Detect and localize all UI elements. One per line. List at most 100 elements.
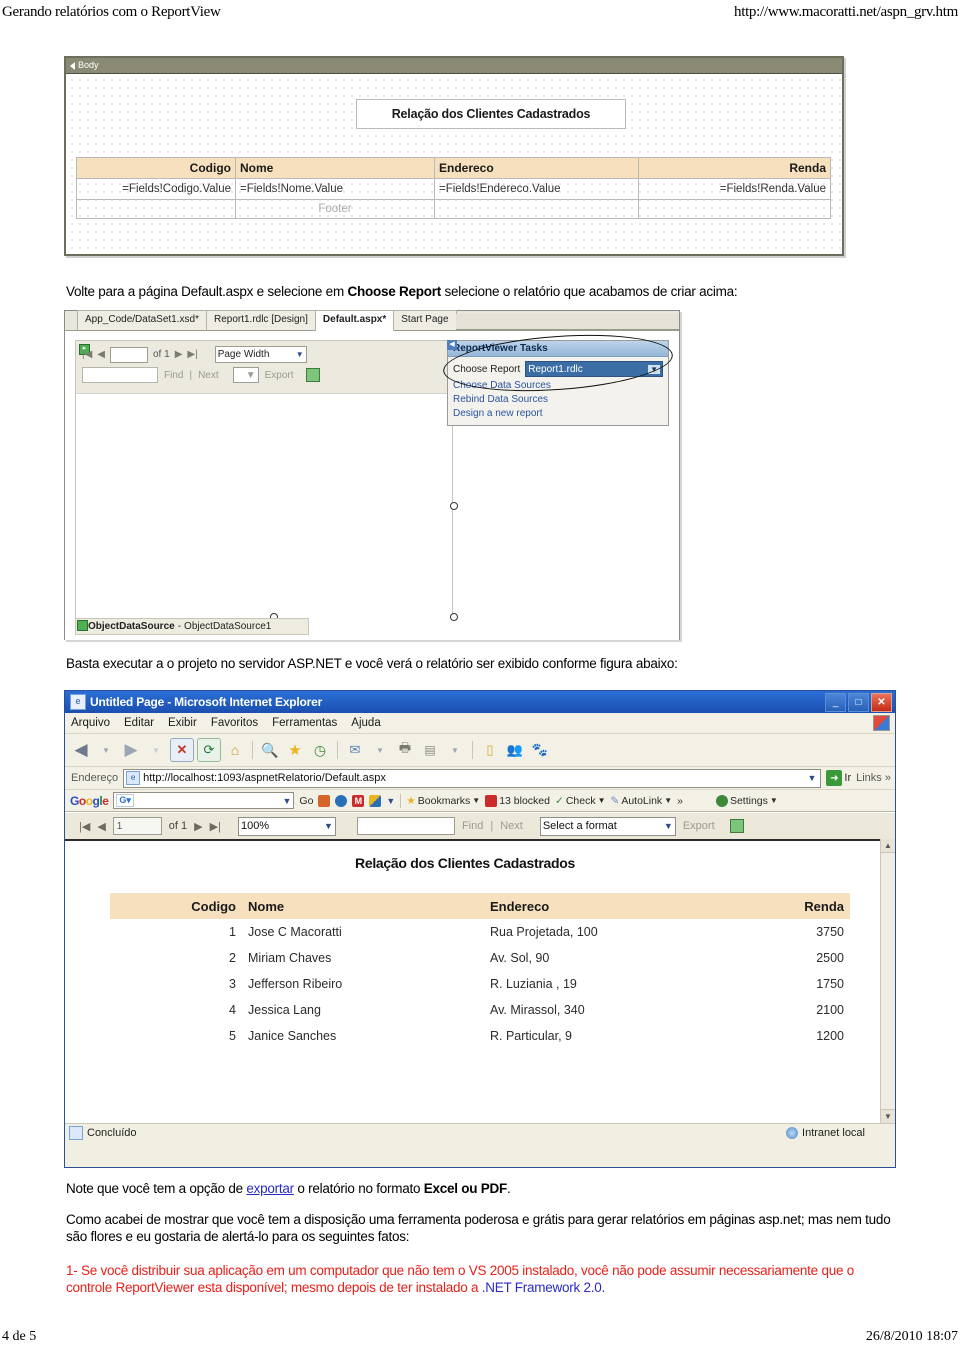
web-find-input[interactable] <box>356 817 455 835</box>
exportar-link[interactable]: exportar <box>246 1181 294 1196</box>
close-button[interactable]: ✕ <box>871 692 892 712</box>
link-choose-data-sources[interactable]: Choose Data Sources <box>448 377 668 391</box>
google-chevron-icon[interactable]: ▼ <box>282 796 291 806</box>
tab-default-aspx[interactable]: Default.aspx* <box>314 310 395 331</box>
url-input[interactable]: e http://localhost:1093/aspnetRelatorio/… <box>123 768 822 788</box>
menu-editar[interactable]: Editar <box>124 717 154 729</box>
links-button[interactable]: Links » <box>856 772 895 784</box>
menu-ajuda[interactable]: Ajuda <box>351 717 380 729</box>
print-icon[interactable]: 🖶 <box>394 739 416 761</box>
menu-arquivo[interactable]: Arquivo <box>71 717 110 729</box>
maximize-button[interactable]: □ <box>848 692 869 712</box>
web-page-number-input[interactable]: 1 <box>112 817 162 835</box>
cell-renda: 1200 <box>816 1029 844 1043</box>
back-dropdown-icon[interactable]: ▼ <box>95 739 117 761</box>
google-more-icon[interactable]: » <box>677 795 683 807</box>
mail-icon[interactable]: ✉ <box>344 739 366 761</box>
page-footer: 4 de 5 26/8/2010 18:07 <box>0 1329 960 1349</box>
ie-menu-bar: Arquivo Editar Exibir Favoritos Ferramen… <box>65 713 895 734</box>
google-autolink-button[interactable]: ✎ AutoLink ▼ <box>611 795 673 807</box>
google-bookmarks-button[interactable]: ★ Bookmarks ▼ <box>406 795 480 807</box>
smart-tag-arrow-icon[interactable]: ◀ <box>447 340 457 350</box>
mail-dropdown-icon[interactable]: ▼ <box>369 739 391 761</box>
menu-ferramentas[interactable]: Ferramentas <box>272 717 337 729</box>
favorites-star-icon[interactable]: ★ <box>284 739 306 761</box>
choose-report-dropdown[interactable]: Report1.rdlc ▼ <box>525 361 663 377</box>
zoom-select[interactable]: Page Width ▼ <box>214 346 307 363</box>
web-last-page-icon[interactable]: ▶| <box>210 820 221 833</box>
export-format-select[interactable]: ▼ <box>232 367 259 383</box>
google-apps-icon[interactable] <box>369 794 382 807</box>
google-go-button[interactable]: Go <box>299 795 313 807</box>
cell-codigo: 3 <box>229 977 236 991</box>
link-design-new-report[interactable]: Design a new report <box>448 405 668 419</box>
go-button[interactable]: ➜ Ir <box>826 770 851 786</box>
next-page-icon[interactable]: ▶ <box>175 349 183 360</box>
stop-icon[interactable]: ✕ <box>170 738 194 762</box>
text-volte-part2: selecione o relatório que acabamos de cr… <box>440 284 738 299</box>
google-apps-chevron-icon[interactable]: ▼ <box>386 796 395 806</box>
web-first-page-icon[interactable]: |◀ <box>79 820 90 833</box>
selection-handle-corner[interactable] <box>450 613 458 621</box>
web-format-select[interactable]: Select a format ▼ <box>539 816 676 836</box>
find-label[interactable]: Find <box>164 370 183 381</box>
selection-handle-right[interactable] <box>450 502 458 510</box>
paragraph-warning-1: 1- Se você distribuir sua aplicação em u… <box>66 1262 891 1296</box>
web-export-label[interactable]: Export <box>683 820 715 832</box>
url-text: http://localhost:1093/aspnetRelatorio/De… <box>143 772 386 784</box>
web-refresh-icon[interactable] <box>729 819 744 833</box>
scroll-down-icon[interactable]: ▼ <box>881 1109 895 1123</box>
menu-exibir[interactable]: Exibir <box>168 717 197 729</box>
next-label[interactable]: Next <box>198 370 219 381</box>
first-page-icon[interactable]: |◀ <box>82 349 92 360</box>
edit-icon[interactable]: ▤ <box>419 739 441 761</box>
web-zoom-select[interactable]: 100% ▼ <box>237 816 336 836</box>
edit-dropdown-icon[interactable]: ▼ <box>444 739 466 761</box>
url-chevron-icon[interactable]: ▼ <box>807 773 818 783</box>
link-rebind-data-sources[interactable]: Rebind Data Sources <box>448 391 668 405</box>
objectdatasource-control[interactable]: ObjectDataSource - ObjectDataSource1 <box>75 618 309 635</box>
last-page-icon[interactable]: ▶| <box>187 349 197 360</box>
history-icon[interactable]: ◷ <box>309 739 331 761</box>
status-page-icon <box>69 1126 83 1140</box>
google-search-input[interactable]: G▾ ▼ <box>113 792 295 809</box>
web-prev-page-icon[interactable]: ◀ <box>97 820 105 833</box>
page-number-input[interactable] <box>110 346 148 363</box>
tab-report1-rdlc[interactable]: Report1.rdlc [Design] <box>205 310 316 330</box>
google-settings-button[interactable]: Settings ▼ <box>715 794 778 807</box>
designer-footer-cell-4 <box>638 199 831 219</box>
content-scrollbar[interactable]: ▲ ▼ <box>880 839 895 1123</box>
menu-favoritos[interactable]: Favoritos <box>211 717 258 729</box>
prev-page-icon[interactable]: ◀ <box>97 349 105 360</box>
scroll-up-icon[interactable]: ▲ <box>881 839 895 853</box>
page-of-label: of 1 <box>153 349 170 360</box>
google-search-site-icon[interactable] <box>318 794 331 807</box>
web-next-label[interactable]: Next <box>500 820 523 832</box>
tab-dataset[interactable]: App_Code/DataSet1.xsd* <box>77 310 207 330</box>
discuss-icon[interactable]: 🐾 <box>529 739 551 761</box>
home-icon[interactable]: ⌂ <box>224 739 246 761</box>
page-icon: e <box>126 771 141 785</box>
google-spellcheck-button[interactable]: ✓ Check ▼ <box>555 795 606 807</box>
search-icon[interactable]: 🔍 <box>259 739 281 761</box>
web-find-label[interactable]: Find <box>462 820 483 832</box>
minimize-button[interactable]: _ <box>825 692 846 712</box>
export-label[interactable]: Export <box>265 370 294 381</box>
tab-start-page[interactable]: Start Page <box>393 310 457 330</box>
find-input[interactable] <box>82 367 158 383</box>
back-icon[interactable]: ◀ <box>70 739 92 761</box>
gmail-icon[interactable]: M <box>352 794 365 807</box>
ods-smart-tag-icon[interactable] <box>77 620 88 631</box>
forward-icon[interactable]: ▶ <box>120 739 142 761</box>
google-earth-icon[interactable] <box>335 794 348 807</box>
web-next-page-icon[interactable]: ▶ <box>194 820 202 833</box>
refresh-icon-ie[interactable]: ⟳ <box>197 738 221 762</box>
notes-icon[interactable]: ▯ <box>479 739 501 761</box>
refresh-icon[interactable] <box>305 368 320 382</box>
designer-col-codigo: Codigo <box>76 157 236 179</box>
messenger-icon[interactable]: 👥 <box>504 739 526 761</box>
google-popup-blocker[interactable]: 13 blocked <box>485 794 550 807</box>
designer-expr-codigo: =Fields!Codigo.Value <box>76 178 236 200</box>
forward-dropdown-icon[interactable]: ▼ <box>145 739 167 761</box>
document-page: Gerando relatórios com o ReportView http… <box>0 0 960 1357</box>
